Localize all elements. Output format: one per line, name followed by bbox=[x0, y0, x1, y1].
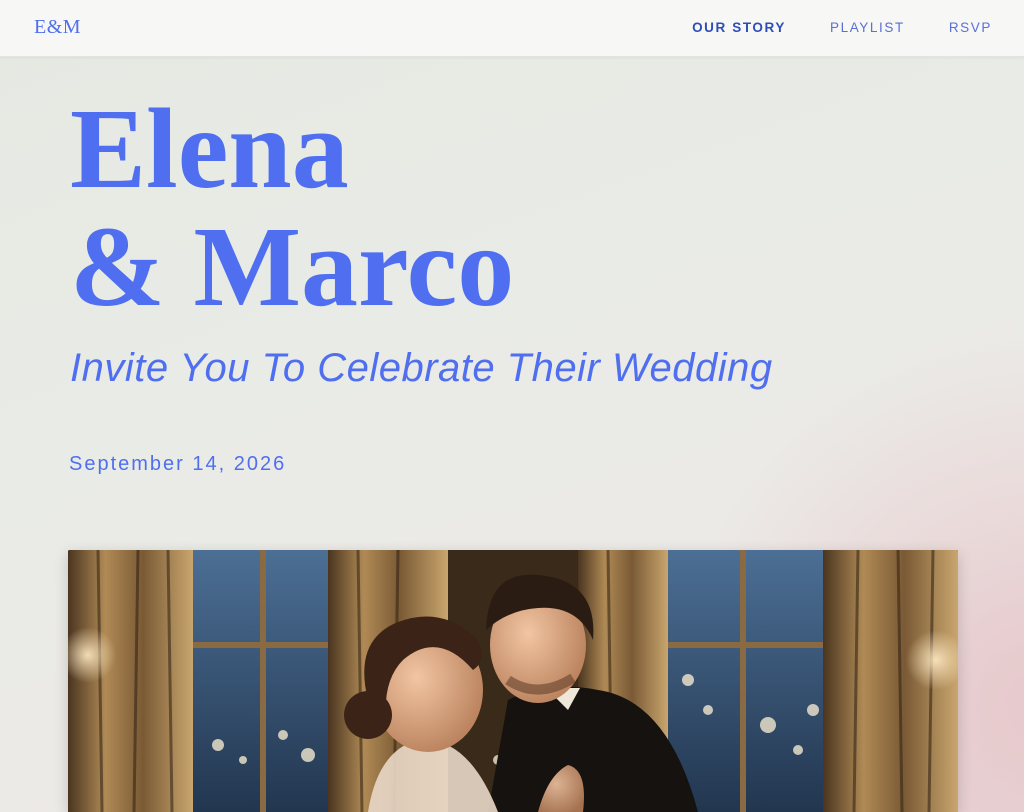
groom-name-heading: & Marco bbox=[70, 203, 515, 330]
main-nav: OUR STORY PLAYLIST RSVP bbox=[648, 20, 992, 35]
logo[interactable]: E&M bbox=[34, 16, 81, 39]
couple-photo bbox=[68, 550, 958, 812]
couple-photo-illustration bbox=[68, 550, 958, 812]
wedding-date: September 14, 2026 bbox=[69, 453, 287, 475]
bride-name-heading: Elena bbox=[70, 85, 349, 212]
invitation-subtitle: Invite You To Celebrate Their Wedding bbox=[70, 346, 773, 390]
nav-playlist-link[interactable]: PLAYLIST bbox=[830, 20, 905, 35]
top-nav-bar: E&M OUR STORY PLAYLIST RSVP bbox=[0, 0, 1024, 57]
nav-rsvp-link[interactable]: RSVP bbox=[949, 20, 992, 35]
nav-our-story-link[interactable]: OUR STORY bbox=[692, 20, 786, 35]
